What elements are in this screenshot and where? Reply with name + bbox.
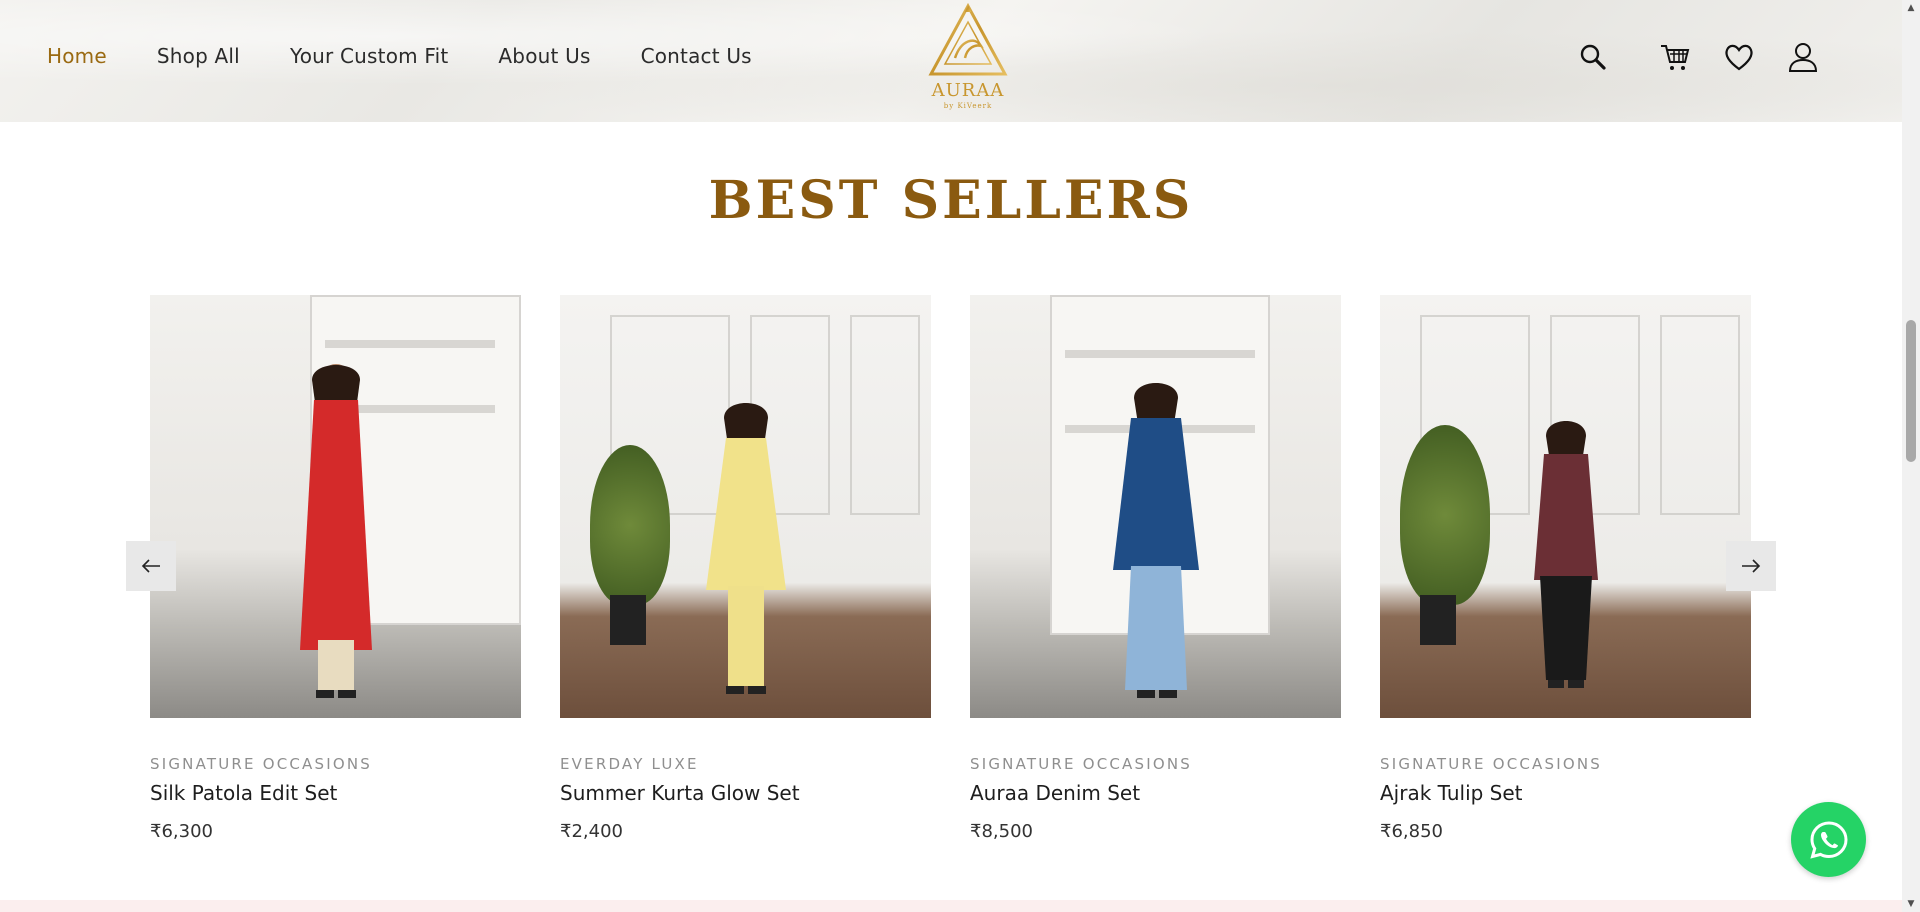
model-figure (299, 364, 372, 698)
nav-contact-us[interactable]: Contact Us (641, 44, 752, 68)
wishlist-heart-icon[interactable] (1722, 40, 1756, 74)
model-figure (1112, 383, 1199, 698)
nav-shop-all[interactable]: Shop All (157, 44, 240, 68)
product-card[interactable]: SIGNATURE OCCASIONS Ajrak Tulip Set ₹6,8… (1380, 295, 1751, 842)
product-price: ₹8,500 (970, 821, 1033, 842)
logo-tagline: by KiVeerk (943, 102, 993, 110)
cart-icon[interactable] (1658, 40, 1692, 74)
product-image[interactable] (1380, 295, 1751, 718)
nav-your-custom-fit[interactable]: Your Custom Fit (290, 44, 448, 68)
product-image[interactable] (970, 295, 1341, 718)
product-name[interactable]: Auraa Denim Set (970, 781, 1341, 805)
carousel-prev-button[interactable] (126, 541, 176, 591)
product-category: SIGNATURE OCCASIONS (150, 755, 373, 773)
product-card[interactable]: EVERDAY LUXE Summer Kurta Glow Set ₹2,40… (560, 295, 931, 842)
product-image[interactable] (560, 295, 931, 718)
product-card[interactable]: SIGNATURE OCCASIONS Silk Patola Edit Set… (150, 295, 521, 842)
arrow-left-icon (141, 559, 160, 573)
product-category: SIGNATURE OCCASIONS (970, 755, 1193, 773)
scroll-down-arrow-icon[interactable]: ▼ (1902, 896, 1920, 912)
whatsapp-icon (1809, 820, 1848, 859)
carousel-next-button[interactable] (1726, 541, 1776, 591)
product-category: EVERDAY LUXE (560, 755, 699, 773)
whatsapp-chat-button[interactable] (1791, 802, 1866, 877)
product-category: SIGNATURE OCCASIONS (1380, 755, 1603, 773)
product-price: ₹2,400 (560, 821, 623, 842)
scrollbar-thumb[interactable] (1906, 320, 1916, 462)
product-name[interactable]: Summer Kurta Glow Set (560, 781, 931, 805)
section-title: BEST SELLERS (708, 170, 1194, 231)
site-header: Home Shop All Your Custom Fit About Us C… (0, 0, 1902, 122)
product-name[interactable]: Ajrak Tulip Set (1380, 781, 1751, 805)
model-figure (1533, 421, 1598, 688)
product-name[interactable]: Silk Patola Edit Set (150, 781, 521, 805)
footer-band (0, 900, 1902, 912)
product-price: ₹6,300 (150, 821, 213, 842)
product-card[interactable]: SIGNATURE OCCASIONS Auraa Denim Set ₹8,5… (970, 295, 1341, 842)
search-icon[interactable] (1576, 40, 1610, 74)
arrow-right-icon (1742, 559, 1761, 573)
logo-wordmark: AURAA (931, 80, 1005, 101)
main-nav: Home Shop All Your Custom Fit About Us C… (47, 44, 802, 68)
brand-logo[interactable]: AURAA by KiVeerk (925, 0, 1011, 116)
nav-home[interactable]: Home (47, 44, 107, 68)
account-user-icon[interactable] (1786, 40, 1820, 74)
page-scrollbar[interactable]: ▲ ▼ (1902, 0, 1920, 912)
scroll-up-arrow-icon[interactable]: ▲ (1902, 0, 1920, 16)
product-price: ₹6,850 (1380, 821, 1443, 842)
product-image[interactable] (150, 295, 521, 718)
model-figure (705, 403, 786, 694)
nav-about-us[interactable]: About Us (498, 44, 590, 68)
